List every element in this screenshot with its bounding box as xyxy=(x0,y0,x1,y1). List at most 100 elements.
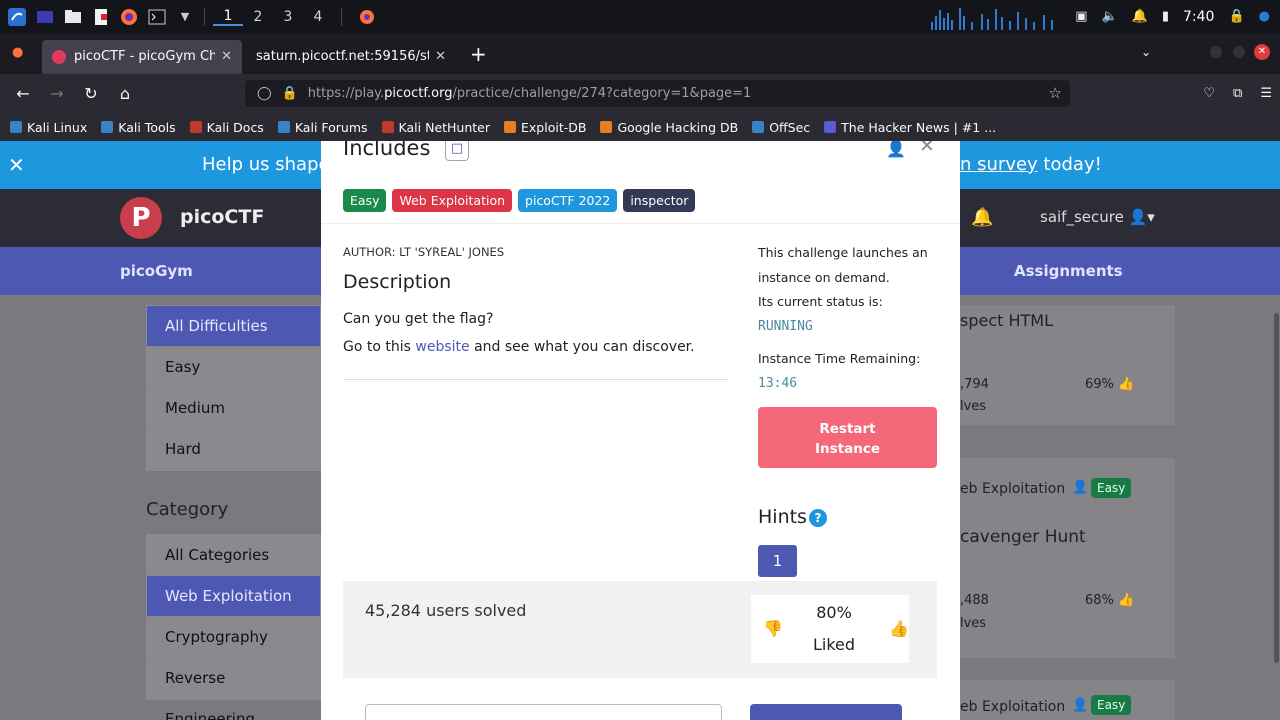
difficulty-hard[interactable]: Hard xyxy=(147,429,320,470)
flag-input[interactable] xyxy=(365,704,722,720)
tab-picoctf[interactable]: picoCTF - picoGym Challe ✕ xyxy=(42,39,242,74)
description-heading: Description xyxy=(343,271,452,293)
challenge-author: AUTHOR: LT 'SYREAL' JONES xyxy=(343,245,505,259)
chevron-down-icon[interactable]: ▼ xyxy=(174,6,196,28)
tab-saturn[interactable]: saturn.picoctf.net:59156/sty ✕ xyxy=(246,40,456,74)
bookmark-star-icon[interactable]: ☆ xyxy=(1049,84,1062,102)
notification-bell-icon[interactable]: 🔔 xyxy=(971,207,993,228)
challenge-tags: Easy Web Exploitation picoCTF 2022 inspe… xyxy=(343,189,696,212)
kali-menu-icon[interactable] xyxy=(6,6,28,28)
category-cryptography[interactable]: Cryptography xyxy=(147,617,320,658)
website-link[interactable]: website xyxy=(415,339,469,355)
pocket-icon[interactable]: ♡ xyxy=(1203,86,1215,101)
file-manager-icon[interactable] xyxy=(62,6,84,28)
difficulty-medium[interactable]: Medium xyxy=(147,388,320,429)
desktop-icon[interactable] xyxy=(34,6,56,28)
difficulty-easy[interactable]: Easy xyxy=(147,347,320,388)
bookmark-offsec[interactable]: OffSec xyxy=(752,120,810,135)
bookmark-google-hacking-db[interactable]: Google Hacking DB xyxy=(600,120,738,135)
url-bar[interactable]: ◯ 🔒 https://play. picoctf.org/practice/ch… xyxy=(245,80,1070,107)
like-widget: 👎 80% Liked 👍 xyxy=(751,595,909,663)
user-icon: 👤 xyxy=(1072,480,1089,495)
bookmark-kali-tools[interactable]: Kali Tools xyxy=(101,120,176,135)
terminal-icon[interactable] xyxy=(146,6,168,28)
like-percentage: 80% Liked xyxy=(812,603,856,654)
thumbs-down-icon[interactable]: 👎 xyxy=(763,619,783,638)
workspace-3[interactable]: 3 xyxy=(273,9,303,25)
firefox-window-icon[interactable] xyxy=(356,6,378,28)
site-logo-text[interactable]: picoCTF xyxy=(180,206,264,228)
nav-picogym[interactable]: picoGym xyxy=(120,262,193,280)
forward-arrow-icon[interactable]: → xyxy=(40,84,74,103)
user-menu[interactable]: saif_secure 👤▾ xyxy=(1040,208,1155,226)
screen-icon[interactable]: ▣ xyxy=(1075,9,1087,24)
bookmark-kali-nethunter[interactable]: Kali NetHunter xyxy=(381,120,490,135)
challenge-title: Includes xyxy=(343,141,431,160)
workspace-2[interactable]: 2 xyxy=(243,9,273,25)
scrollbar[interactable] xyxy=(1274,313,1279,663)
category-all[interactable]: All Categories xyxy=(147,535,320,576)
bookmark-hacker-news[interactable]: The Hacker News | #1 ... xyxy=(824,120,996,135)
maximize-window-icon[interactable] xyxy=(1233,46,1245,58)
hamburger-menu-icon[interactable]: ☰ xyxy=(1260,86,1272,101)
help-icon[interactable]: ? xyxy=(809,509,827,527)
exploit-db-icon xyxy=(504,121,517,133)
tag-web-exploitation[interactable]: Web Exploitation xyxy=(392,189,513,212)
close-icon[interactable]: ✕ xyxy=(919,141,935,157)
lock-icon[interactable]: 🔒 xyxy=(282,86,298,101)
thumbs-up-icon[interactable]: 👍 xyxy=(889,619,909,638)
users-solved: 45,284 users solved xyxy=(365,601,527,620)
bookmark-kali-forums[interactable]: Kali Forums xyxy=(277,120,368,135)
firefox-view-icon[interactable]: ● xyxy=(12,45,23,60)
minimize-window-icon[interactable] xyxy=(1210,46,1222,58)
tab-title: picoCTF - picoGym Challe xyxy=(74,49,216,64)
picoctf-logo-icon[interactable]: P xyxy=(120,197,162,239)
shield-icon[interactable]: ◯ xyxy=(257,86,272,101)
taskbar-separator xyxy=(204,7,205,26)
extensions-icon[interactable]: ⧉ xyxy=(1233,86,1242,101)
survey-link[interactable]: n survey xyxy=(960,154,1038,175)
tag-easy[interactable]: Easy xyxy=(343,189,387,212)
instance-time-remaining: 13:46 xyxy=(758,376,798,391)
close-window-icon[interactable]: ✕ xyxy=(1254,44,1270,60)
hints-heading: Hints xyxy=(758,506,807,528)
list-tabs-icon[interactable]: ⌄ xyxy=(1141,45,1151,59)
divider xyxy=(321,223,960,224)
challenge-modal: Includes □ 👤 ✕ Easy Web Exploitation pic… xyxy=(321,141,960,720)
bookmark-exploit-db[interactable]: Exploit-DB xyxy=(504,120,586,135)
workspace-4[interactable]: 4 xyxy=(303,9,333,25)
tag-inspector[interactable]: inspector xyxy=(623,189,696,212)
back-arrow-icon[interactable]: ← xyxy=(6,84,40,103)
workspace-1[interactable]: 1 xyxy=(213,8,243,26)
power-menu-icon[interactable]: ● xyxy=(1259,9,1270,24)
firefox-icon[interactable] xyxy=(118,6,140,28)
difficulty-all[interactable]: All Difficulties xyxy=(147,306,320,347)
bookmark-kali-docs[interactable]: Kali Docs xyxy=(189,120,264,135)
close-tab-icon[interactable]: ✕ xyxy=(435,49,446,64)
difficulty-badge: Easy xyxy=(1091,478,1132,498)
hint-button-1[interactable]: 1 xyxy=(758,545,797,577)
challenge-title: spect HTML xyxy=(960,311,1054,330)
nav-assignments[interactable]: Assignments xyxy=(1014,262,1123,280)
lock-icon[interactable]: 🔒 xyxy=(1228,9,1244,24)
notification-bell-icon[interactable]: 🔔 xyxy=(1132,9,1148,24)
bookmark-icon[interactable]: □ xyxy=(445,141,469,161)
close-banner-icon[interactable]: ✕ xyxy=(8,153,25,177)
category-web-exploitation[interactable]: Web Exploitation xyxy=(147,576,320,617)
hacker-news-icon xyxy=(824,121,837,133)
battery-icon[interactable]: ▮ xyxy=(1162,9,1169,24)
cpu-graph-icon xyxy=(931,4,1061,30)
url-path: /practice/challenge/274?category=1&page=… xyxy=(452,86,752,101)
tag-event[interactable]: picoCTF 2022 xyxy=(518,189,618,212)
bookmark-kali-linux[interactable]: Kali Linux xyxy=(10,120,87,135)
restart-instance-button[interactable]: Restart Instance xyxy=(758,407,937,468)
home-icon[interactable]: ⌂ xyxy=(108,84,142,103)
volume-icon[interactable]: 🔈 xyxy=(1101,9,1117,24)
submit-flag-button[interactable] xyxy=(750,704,902,720)
category-reverse-engineering[interactable]: Reverse Engineering xyxy=(147,658,320,720)
new-tab-icon[interactable]: + xyxy=(470,42,487,66)
text-editor-icon[interactable] xyxy=(90,6,112,28)
close-tab-icon[interactable]: ✕ xyxy=(221,49,232,64)
challenge-like-pct: 69% 👍 xyxy=(1085,377,1135,392)
reload-icon[interactable]: ↻ xyxy=(74,84,108,103)
